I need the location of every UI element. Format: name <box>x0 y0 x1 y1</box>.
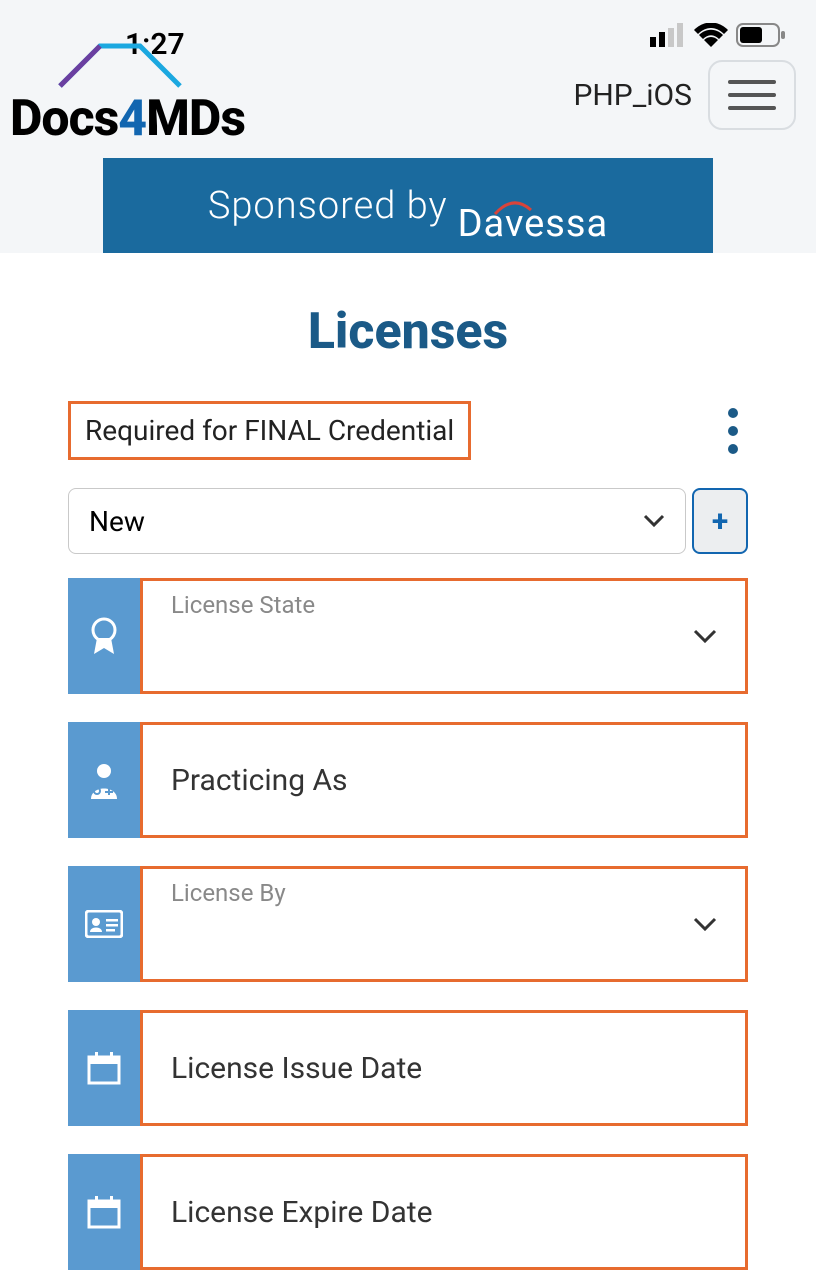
license-by-row: License By <box>68 866 748 982</box>
menu-button[interactable] <box>708 60 796 130</box>
chevron-down-icon <box>693 629 717 643</box>
status-icons <box>650 23 786 47</box>
license-state-row: License State <box>68 578 748 694</box>
app-header: Docs4MDs PHP_iOS <box>0 50 816 140</box>
id-card-icon <box>68 866 140 982</box>
doctor-icon <box>68 722 140 838</box>
battery-icon <box>736 23 786 47</box>
record-select[interactable]: New <box>68 488 686 554</box>
license-expire-date-input[interactable]: License Expire Date <box>140 1154 748 1270</box>
license-by-select[interactable]: License By <box>140 866 748 982</box>
license-issue-date-label: License Issue Date <box>171 1051 422 1086</box>
logo-text-mid: 4 <box>118 90 146 148</box>
logo: Docs4MDs <box>10 50 310 140</box>
practicing-as-input[interactable]: Practicing As <box>140 722 748 838</box>
more-options-button[interactable] <box>728 408 738 454</box>
required-badge: Required for FINAL Credential <box>68 401 471 460</box>
license-expire-date-label: License Expire Date <box>171 1195 433 1230</box>
license-expire-date-row: License Expire Date <box>68 1154 748 1270</box>
practicing-as-row: Practicing As <box>68 722 748 838</box>
license-state-label: License State <box>171 591 315 619</box>
add-record-button[interactable]: + <box>692 488 748 554</box>
wifi-icon <box>694 23 728 47</box>
award-icon <box>68 578 140 694</box>
license-issue-date-row: License Issue Date <box>68 1010 748 1126</box>
header-env-label: PHP_iOS <box>573 78 692 113</box>
logo-text-post: MDs <box>146 90 245 148</box>
sponsor-banner: Sponsored by Davessa <box>103 158 713 253</box>
sponsor-text: Sponsored by <box>208 184 448 228</box>
license-issue-date-input[interactable]: License Issue Date <box>140 1010 748 1126</box>
license-state-select[interactable]: License State <box>140 578 748 694</box>
record-select-value: New <box>89 505 145 538</box>
calendar-icon <box>68 1154 140 1270</box>
cellular-icon <box>650 23 686 47</box>
practicing-as-label: Practicing As <box>171 763 348 798</box>
chevron-down-icon <box>643 514 665 528</box>
chevron-down-icon <box>693 917 717 931</box>
logo-text-pre: Docs <box>10 90 118 148</box>
calendar-icon <box>68 1010 140 1126</box>
license-by-label: License By <box>171 879 286 907</box>
page-title: Licenses <box>0 303 816 361</box>
